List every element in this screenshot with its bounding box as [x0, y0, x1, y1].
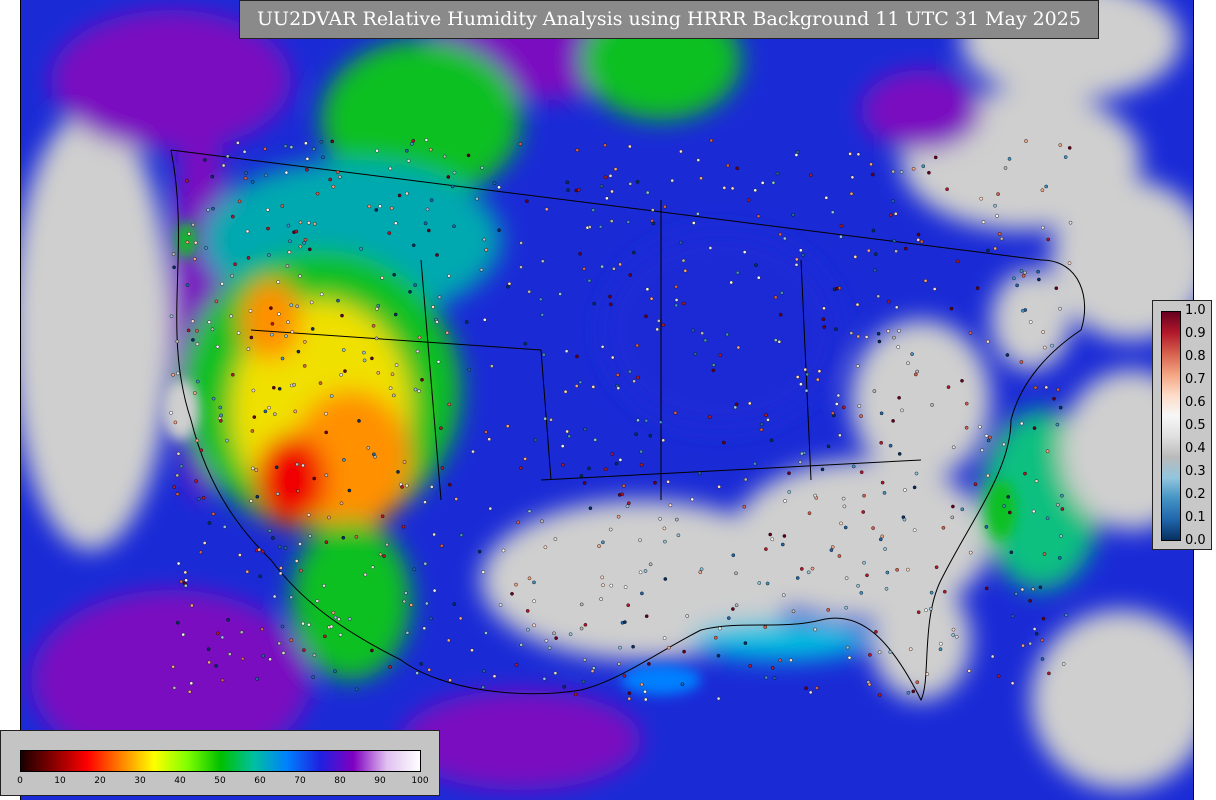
obs-tick-1-0: 1.0 [1185, 303, 1206, 318]
obs-tick-0-4: 0.4 [1185, 441, 1206, 456]
rh-map [20, 0, 1194, 800]
humidity-colorbar: 0 10 20 30 40 50 60 70 80 90 100 [0, 730, 440, 796]
rh-tick-50: 50 [214, 776, 226, 786]
rh-tick-30: 30 [134, 776, 146, 786]
obs-tick-0-3: 0.3 [1185, 464, 1206, 479]
rh-tick-40: 40 [174, 776, 186, 786]
rh-tick-100: 100 [411, 776, 429, 786]
rh-tick-10: 10 [54, 776, 66, 786]
rh-tick-80: 80 [334, 776, 346, 786]
observation-colorbar: 1.0 0.9 0.8 0.7 0.6 0.5 0.4 0.3 0.2 0.1 … [1152, 300, 1212, 550]
obs-tick-0-6: 0.6 [1185, 395, 1206, 410]
rh-tick-90: 90 [374, 776, 386, 786]
rh-tick-20: 20 [94, 776, 106, 786]
obs-tick-0-7: 0.7 [1185, 372, 1206, 387]
humidity-colorbar-gradient [20, 750, 421, 772]
obs-tick-0-1: 0.1 [1185, 510, 1206, 525]
obs-tick-0-5: 0.5 [1185, 418, 1206, 433]
map-title: UU2DVAR Relative Humidity Analysis using… [239, 0, 1099, 39]
rh-tick-0: 0 [17, 776, 23, 786]
observation-colorbar-gradient [1161, 311, 1181, 541]
obs-tick-0-8: 0.8 [1185, 349, 1206, 364]
obs-tick-0-2: 0.2 [1185, 487, 1206, 502]
obs-tick-0-9: 0.9 [1185, 326, 1206, 341]
rh-tick-70: 70 [294, 776, 306, 786]
rh-tick-60: 60 [254, 776, 266, 786]
obs-tick-0-0: 0.0 [1185, 533, 1206, 548]
rh-field [21, 0, 1193, 800]
